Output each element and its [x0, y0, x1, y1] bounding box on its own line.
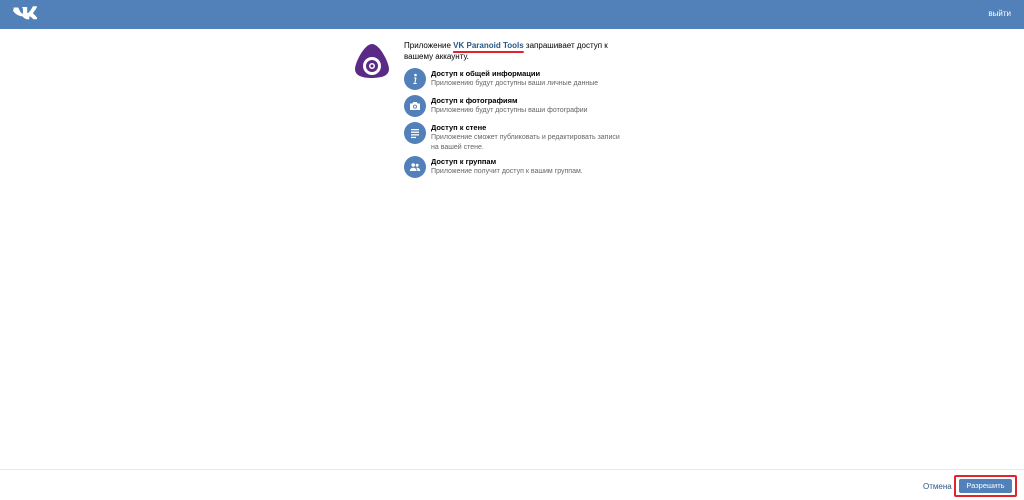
allow-button-highlight: Разрешить	[954, 475, 1017, 497]
logout-link[interactable]: выйти	[988, 9, 1011, 18]
app-name-link[interactable]: VK Paranoid Tools	[453, 41, 524, 50]
permission-description: Приложение сможет публиковать и редактир…	[431, 134, 620, 151]
list-icon	[404, 122, 426, 144]
permission-title: Доступ к стене	[431, 123, 487, 132]
cancel-link[interactable]: Отмена	[923, 482, 952, 491]
footer-bar: Отмена Разрешить	[0, 469, 1024, 500]
request-prefix: Приложение	[404, 41, 451, 50]
permission-description: Приложение получит доступ к вашим группа…	[431, 168, 583, 175]
camera-icon	[404, 95, 426, 117]
top-bar: выйти	[0, 0, 1024, 29]
allow-button[interactable]: Разрешить	[959, 479, 1012, 493]
permission-description: Приложению будут доступны ваши личные да…	[431, 80, 599, 87]
app-logo-icon	[355, 44, 389, 78]
vk-logo-icon[interactable]	[13, 6, 37, 22]
people-icon	[404, 156, 426, 178]
permission-title: Доступ к общей информации	[431, 69, 541, 78]
permission-title: Доступ к группам	[431, 157, 497, 166]
permission-title: Доступ к фотографиям	[431, 96, 518, 105]
access-request: Приложение VK Paranoid Tools запрашивает…	[404, 40, 630, 62]
request-text: Приложение VK Paranoid Tools запрашивает…	[404, 40, 630, 62]
permission-description: Приложению будут доступны ваши фотографи…	[431, 107, 588, 114]
info-icon	[404, 68, 426, 90]
